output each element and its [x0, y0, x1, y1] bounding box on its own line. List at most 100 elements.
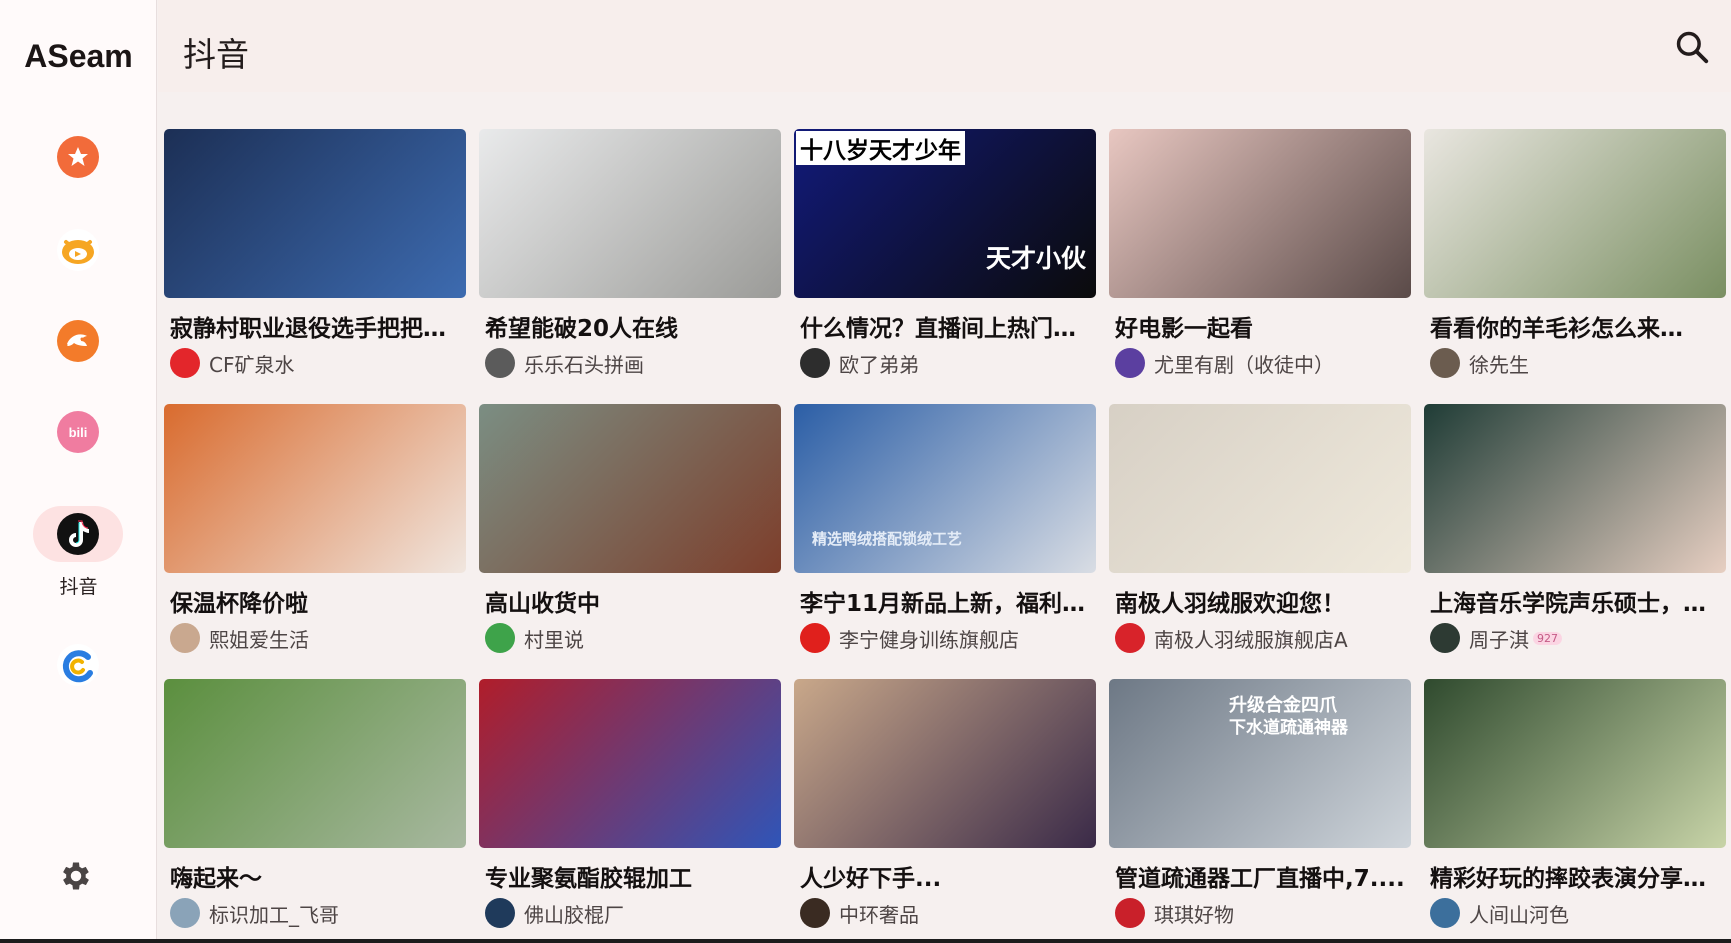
avatar: [1115, 348, 1145, 378]
live-room-card[interactable]: 希望能破20人在线 乐乐石头拼画: [479, 129, 781, 378]
live-room-card[interactable]: 精选鸭绒搭配锁绒工艺李宁11月新品上新，福利… 李宁健身训练旗舰店: [794, 404, 1096, 653]
live-room-card[interactable]: 嗨起来～ 标识加工_飞哥: [164, 679, 466, 928]
author-name: 熙姐爱生活: [209, 627, 309, 652]
room-author: 乐乐石头拼画: [485, 347, 779, 379]
douyu-icon: [57, 320, 99, 362]
author-name: 琪琪好物: [1154, 902, 1234, 927]
live-room-card[interactable]: 寂静村职业退役选手把把… CF矿泉水: [164, 129, 466, 378]
room-author: 佛山胶棍厂: [485, 897, 779, 929]
thumbnail-subcaption: 下水道疏通神器: [1229, 718, 1348, 738]
room-author: 李宁健身训练旗舰店: [800, 622, 1094, 654]
cc-icon: [57, 644, 99, 686]
author-name: 佛山胶棍厂: [524, 902, 624, 927]
live-room-card[interactable]: 好电影一起看尤里有剧（收徒中）: [1109, 129, 1411, 378]
room-title: 嗨起来～: [170, 866, 262, 892]
room-title: 专业聚氨酯胶辊加工: [485, 866, 692, 892]
room-title: 好电影一起看: [1115, 316, 1253, 342]
room-thumbnail: 精选鸭绒搭配锁绒工艺: [794, 404, 1096, 573]
room-title: 保温杯降价啦: [170, 591, 308, 617]
room-author: 琪琪好物: [1115, 897, 1409, 929]
live-room-card[interactable]: 十八岁天才少年 天才小伙什么情况？直播间上热门… 欧了弟弟: [794, 129, 1096, 378]
author-name: CF矿泉水: [209, 352, 295, 377]
rail-item-douyu[interactable]: [33, 313, 123, 369]
room-thumbnail: [1424, 129, 1726, 298]
avatar: [1430, 898, 1460, 928]
avatar: [1115, 898, 1145, 928]
author-name: 李宁健身训练旗舰店: [839, 627, 1019, 652]
room-title: 高山收货中: [485, 591, 600, 617]
author-name: 欧了弟弟: [839, 352, 919, 377]
bilibili-icon: bili: [57, 411, 99, 453]
avatar: [1115, 623, 1145, 653]
rail-item-huya[interactable]: [33, 222, 123, 278]
huya-icon: [57, 229, 99, 271]
rail-item-cc[interactable]: [33, 637, 123, 693]
room-title: 管道疏通器工厂直播中,7....: [1115, 866, 1405, 892]
author-name: 村里说: [524, 627, 584, 652]
window-bottom-edge: [0, 939, 1731, 943]
rail-label-douyin: 抖音: [59, 576, 98, 598]
room-thumbnail: [1109, 129, 1411, 298]
search-button[interactable]: [1673, 28, 1711, 66]
avatar: [1430, 623, 1460, 653]
room-title: 什么情况？直播间上热门…: [800, 316, 1076, 342]
live-room-card[interactable]: 人少好下手... 中环奢品: [794, 679, 1096, 928]
avatar: [1430, 348, 1460, 378]
rail-item-favorites[interactable]: [33, 129, 123, 185]
room-author: 周子淇 927: [1430, 622, 1724, 654]
room-author: CF矿泉水: [170, 347, 464, 379]
room-author: 尤里有剧（收徒中）: [1115, 347, 1409, 379]
room-author: 南极人羽绒服旗舰店A: [1115, 622, 1409, 654]
room-thumbnail: [1109, 404, 1411, 573]
room-title: 李宁11月新品上新，福利…: [800, 591, 1086, 617]
live-room-card[interactable]: 看看你的羊毛衫怎么来… 徐先生: [1424, 129, 1726, 378]
room-thumbnail: [1424, 404, 1726, 573]
room-thumbnail: 十八岁天才少年 天才小伙: [794, 129, 1096, 298]
live-room-card[interactable]: 南极人羽绒服欢迎您！ 南极人羽绒服旗舰店A: [1109, 404, 1411, 653]
live-room-card[interactable]: 精彩好玩的摔跤表演分享… 人间山河色: [1424, 679, 1726, 928]
room-author: 村里说: [485, 622, 779, 654]
room-author: 熙姐爱生活: [170, 622, 464, 654]
author-badge: 927: [1533, 631, 1562, 645]
navigation-rail: ASeam bili 抖音: [0, 0, 157, 943]
avatar: [800, 898, 830, 928]
thumbnail-caption: 十八岁天才少年: [796, 131, 965, 165]
room-title: 看看你的羊毛衫怎么来…: [1430, 316, 1683, 342]
author-name: 乐乐石头拼画: [524, 352, 644, 377]
rail-item-bilibili[interactable]: bili: [33, 404, 123, 460]
live-room-card[interactable]: 升级合金四爪 下水道疏通神器管道疏通器工厂直播中,7.... 琪琪好物: [1109, 679, 1411, 928]
room-title: 人少好下手...: [800, 866, 942, 892]
avatar: [170, 898, 200, 928]
page-title: 抖音: [183, 35, 249, 74]
avatar: [170, 348, 200, 378]
star-icon: [57, 136, 99, 178]
avatar: [170, 623, 200, 653]
author-name: 人间山河色: [1469, 902, 1569, 927]
room-author: 标识加工_飞哥: [170, 897, 464, 929]
gear-icon[interactable]: [58, 858, 94, 894]
avatar: [800, 348, 830, 378]
room-author: 人间山河色: [1430, 897, 1724, 929]
avatar: [485, 898, 515, 928]
room-author: 徐先生: [1430, 347, 1724, 379]
app-brand: ASeam: [24, 38, 133, 74]
room-author: 中环奢品: [800, 897, 1094, 929]
room-thumbnail: 升级合金四爪 下水道疏通神器: [1109, 679, 1411, 848]
author-name: 尤里有剧（收徒中）: [1154, 352, 1334, 377]
rail-item-douyin[interactable]: [33, 506, 123, 562]
live-room-card[interactable]: 专业聚氨酯胶辊加工佛山胶棍厂: [479, 679, 781, 928]
room-thumbnail: [164, 129, 466, 298]
room-author: 欧了弟弟: [800, 347, 1094, 379]
room-title: 希望能破20人在线: [485, 316, 679, 342]
room-thumbnail: [479, 404, 781, 573]
live-room-card[interactable]: 保温杯降价啦熙姐爱生活: [164, 404, 466, 653]
room-thumbnail: [164, 404, 466, 573]
live-room-card[interactable]: 上海音乐学院声乐硕士，… 周子淇 927: [1424, 404, 1726, 653]
top-app-bar: 抖音: [158, 0, 1731, 92]
room-title: 精彩好玩的摔跤表演分享…: [1430, 866, 1706, 892]
room-thumbnail: [479, 679, 781, 848]
author-name: 标识加工_飞哥: [209, 902, 339, 927]
search-icon: [1676, 31, 1709, 64]
room-title: 南极人羽绒服欢迎您！: [1115, 591, 1345, 617]
live-room-card[interactable]: 高山收货中村里说: [479, 404, 781, 653]
